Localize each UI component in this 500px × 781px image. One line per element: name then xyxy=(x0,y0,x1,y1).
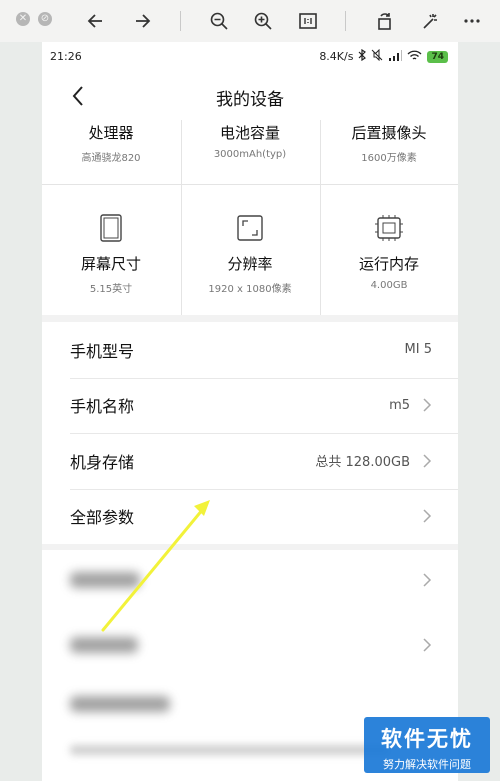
spec-label: 处理器 xyxy=(88,124,134,142)
spec-value: 3000mAh(typ) xyxy=(213,149,287,160)
row-label: 手机名称 xyxy=(70,397,135,417)
row-label: 全部参数 xyxy=(70,508,135,528)
spec-label: 电池容量 xyxy=(219,124,280,142)
memory-icon xyxy=(374,213,404,243)
blurred-text xyxy=(70,571,140,588)
spec-camera: 后置摄像头 1600万像素 xyxy=(320,122,458,164)
blurred-text xyxy=(70,695,170,712)
magic-wand-icon[interactable] xyxy=(418,9,442,33)
chevron-right-icon xyxy=(423,572,432,587)
blurred-row[interactable] xyxy=(42,550,458,609)
spec-value: 5.15英寸 xyxy=(89,284,133,295)
chevron-right-icon xyxy=(423,398,432,412)
row-value: MI 5 xyxy=(404,342,432,358)
watermark-subtitle: 努力解决软件问题 xyxy=(383,758,471,771)
chevron-right-icon xyxy=(423,454,432,468)
watermark-title: 软件无忧 xyxy=(381,727,473,751)
blurred-text xyxy=(70,636,138,653)
page-title: 我的设备 xyxy=(216,90,284,110)
row-storage[interactable]: 机身存储 总共 128.00GB xyxy=(42,433,458,489)
phone-screen: 21:26 8.4K/s 74 我的设备 处理器 高通骁龙820 电池容量 30… xyxy=(42,42,458,781)
spec-screen-size: 屏幕尺寸 5.15英寸 xyxy=(42,213,180,295)
spec-value: 1600万像素 xyxy=(361,153,417,164)
spec-label: 屏幕尺寸 xyxy=(80,255,141,273)
status-time: 21:26 xyxy=(50,50,82,63)
close-window-icon[interactable]: ✕ xyxy=(16,12,30,26)
blurred-row[interactable] xyxy=(42,615,458,674)
row-label: 机身存储 xyxy=(70,452,135,472)
spec-processor: 处理器 高通骁龙820 xyxy=(42,122,180,164)
blurred-footnote xyxy=(70,745,390,755)
more-icon[interactable] xyxy=(460,9,484,33)
bluetooth-icon xyxy=(358,48,367,64)
spec-battery: 电池容量 3000mAh(typ) xyxy=(181,122,319,160)
stop-icon[interactable]: ⊘ xyxy=(38,12,52,26)
status-bar: 21:26 8.4K/s 74 xyxy=(42,42,458,72)
chevron-right-icon xyxy=(423,637,432,652)
forward-arrow-icon[interactable] xyxy=(130,9,154,33)
spec-label: 后置摄像头 xyxy=(351,124,427,142)
spec-value: 4.00GB xyxy=(370,280,408,291)
row-value: m5 xyxy=(389,397,410,413)
spec-label: 分辨率 xyxy=(227,255,273,273)
device-info-list: 手机型号 MI 5 手机名称 m5 机身存储 总共 128.00GB 全部参数 xyxy=(42,322,458,544)
net-speed: 8.4K/s xyxy=(319,50,354,63)
spec-value: 高通骁龙820 xyxy=(81,153,141,164)
status-icons: 8.4K/s 74 xyxy=(319,48,448,64)
toolbar-divider xyxy=(345,11,346,31)
watermark-logo: 软件无忧 努力解决软件问题 xyxy=(364,717,490,773)
toolbar-divider xyxy=(180,11,181,31)
spec-label: 运行内存 xyxy=(358,255,419,273)
spec-grid: 处理器 高通骁龙820 电池容量 3000mAh(typ) 后置摄像头 1600… xyxy=(42,120,458,315)
row-device-name[interactable]: 手机名称 m5 xyxy=(42,377,458,434)
zoom-out-icon[interactable] xyxy=(207,9,231,33)
actual-size-icon[interactable] xyxy=(296,9,320,33)
signal-icon xyxy=(388,49,403,64)
spec-memory: 运行内存 4.00GB xyxy=(320,213,458,291)
back-arrow-icon[interactable] xyxy=(84,9,108,33)
wifi-icon xyxy=(407,50,422,64)
spec-resolution: 分辨率 1920 x 1080像素 xyxy=(181,213,319,295)
rotate-icon[interactable] xyxy=(373,9,397,33)
zoom-in-icon[interactable] xyxy=(251,9,275,33)
spec-value: 1920 x 1080像素 xyxy=(208,284,292,295)
row-label: 手机型号 xyxy=(70,341,135,361)
row-value: 总共 128.00GB xyxy=(315,455,410,471)
screen-icon xyxy=(96,213,126,243)
row-model[interactable]: 手机型号 MI 5 xyxy=(42,322,458,378)
grid-divider xyxy=(42,184,458,185)
title-bar: 我的设备 xyxy=(42,72,458,120)
row-all-specs[interactable]: 全部参数 xyxy=(42,488,458,545)
mute-icon xyxy=(371,48,383,64)
image-viewer-toolbar: ✕ ⊘ xyxy=(0,0,500,42)
chevron-right-icon xyxy=(423,509,432,523)
battery-level: 74 xyxy=(427,50,448,63)
resolution-icon xyxy=(235,213,265,243)
